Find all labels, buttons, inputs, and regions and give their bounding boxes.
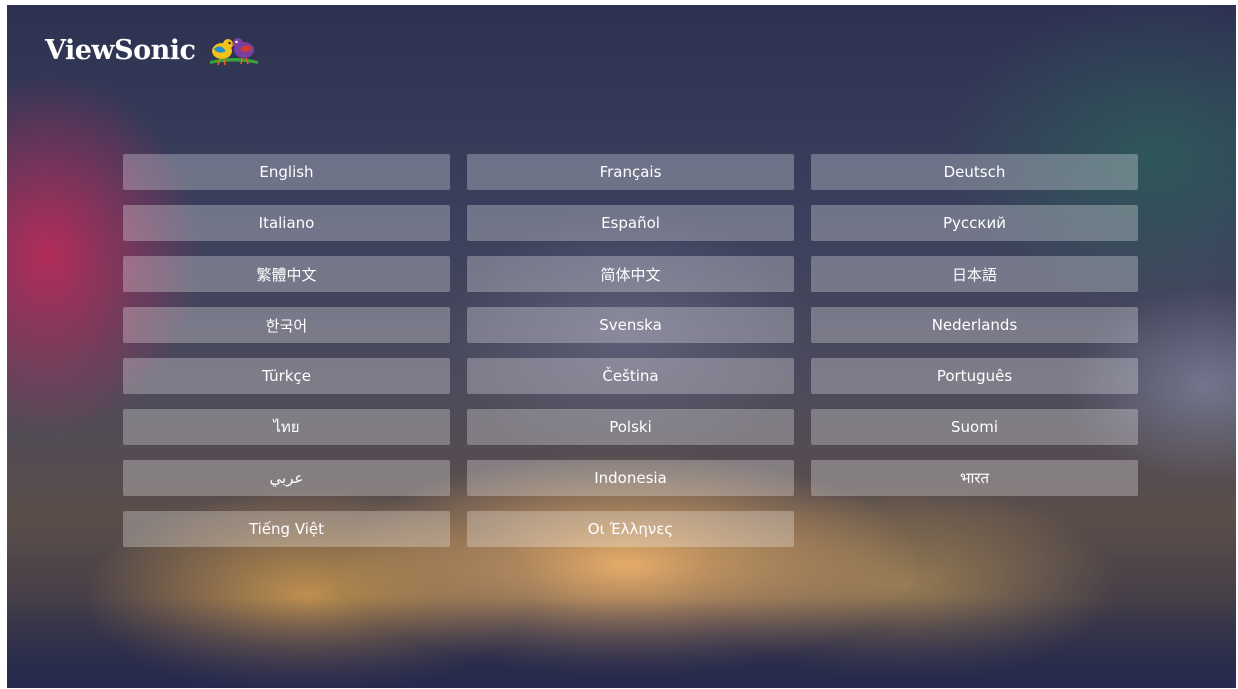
language-option-japanese[interactable]: 日本語 [811,256,1138,292]
language-option-indonesian[interactable]: Indonesia [467,460,794,496]
language-option-hindi[interactable]: भारत [811,460,1138,496]
language-option-turkish[interactable]: Türkçe [123,358,450,394]
language-option-dutch[interactable]: Nederlands [811,307,1138,343]
language-option-arabic[interactable]: عربي [123,460,450,496]
language-option-vietnamese[interactable]: Tiếng Việt [123,511,450,547]
language-option-german[interactable]: Deutsch [811,154,1138,190]
language-option-polish[interactable]: Polski [467,409,794,445]
brand-header: ViewSonic [45,33,262,67]
language-option-simplified-chinese[interactable]: 简体中文 [467,256,794,292]
language-option-czech[interactable]: Čeština [467,358,794,394]
language-option-english[interactable]: English [123,154,450,190]
language-option-korean[interactable]: 한국어 [123,307,450,343]
language-option-spanish[interactable]: Español [467,205,794,241]
language-option-portuguese[interactable]: Português [811,358,1138,394]
language-selection-screen: ViewSonic English Français Deutsch Itali… [7,5,1236,688]
language-option-traditional-chinese[interactable]: 繁體中文 [123,256,450,292]
language-option-greek[interactable]: Οι Έλληνες [467,511,794,547]
language-option-thai[interactable]: ไทย [123,409,450,445]
language-option-russian[interactable]: Русский [811,205,1138,241]
language-option-french[interactable]: Français [467,154,794,190]
language-option-swedish[interactable]: Svenska [467,307,794,343]
language-option-italian[interactable]: Italiano [123,205,450,241]
language-option-finnish[interactable]: Suomi [811,409,1138,445]
brand-name: ViewSonic [45,34,196,66]
viewsonic-birds-logo-icon [209,38,258,66]
language-grid: English Français Deutsch Italiano Españo… [123,154,1138,547]
